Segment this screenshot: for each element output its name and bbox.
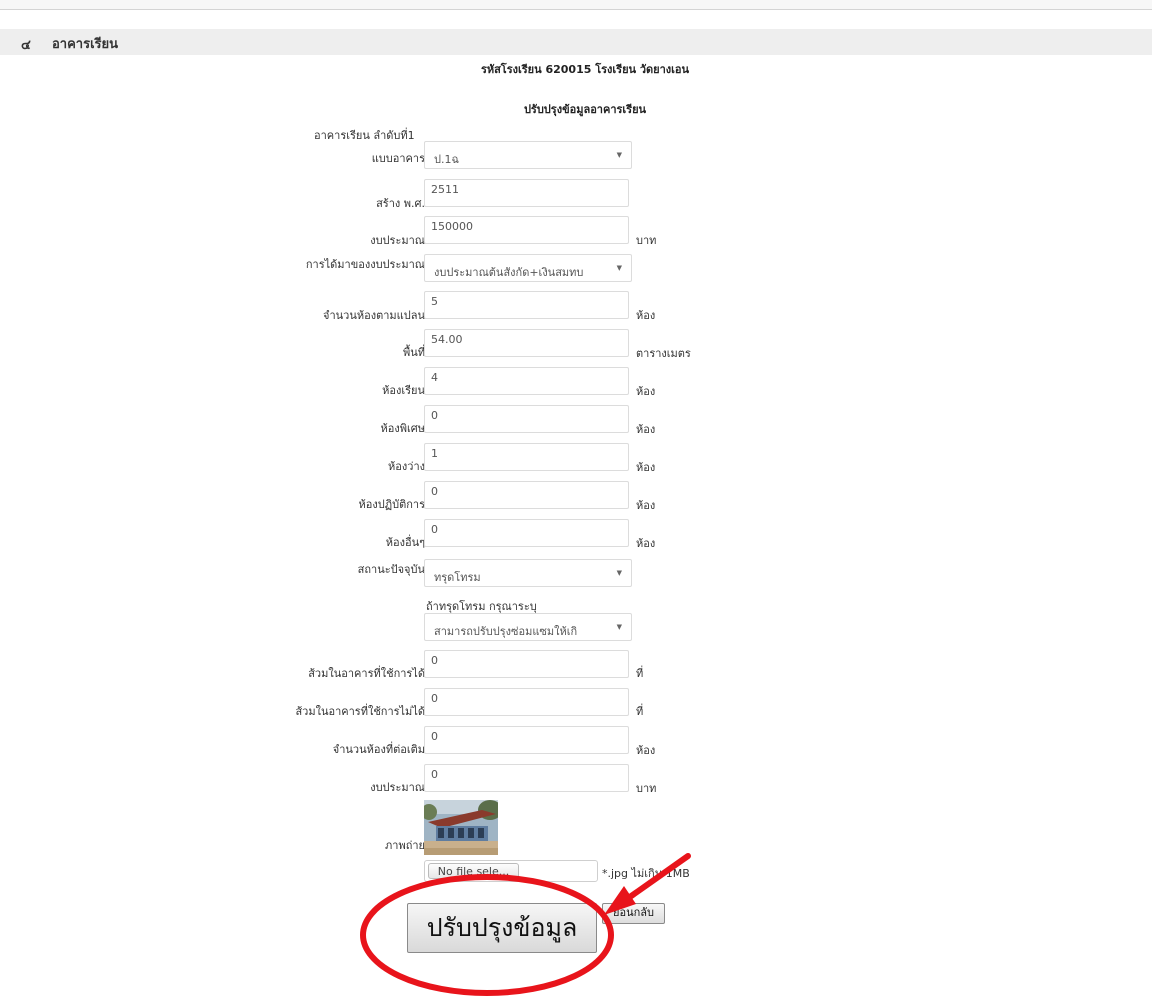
built-year-label: สร้าง พ.ศ. (376, 197, 425, 210)
classrooms-label: ห้องเรียน (382, 384, 425, 397)
chevron-down-icon: ▼ (616, 569, 622, 577)
section-number: ๔ (21, 38, 31, 53)
chevron-down-icon: ▼ (616, 623, 622, 631)
added-rooms-input[interactable]: 0 (424, 726, 629, 754)
deteriorated-note-select[interactable]: สามารถปรับปรุงซ่อมแซมให้เกิ ▼ (424, 613, 632, 641)
added-budget-input[interactable]: 0 (424, 764, 629, 792)
school-heading: รหัสโรงเรียน 620015 โรงเรียน วัดยางเอน (480, 63, 690, 76)
vacant-rooms-label: ห้องว่าง (388, 460, 425, 473)
building-photo-image (424, 800, 498, 855)
section-title: อาคารเรียน (52, 37, 119, 52)
built-year-input[interactable]: 2511 (424, 179, 629, 207)
area-label: พื้นที่ (402, 346, 425, 359)
building-photo (424, 800, 498, 855)
added-budget-label: งบประมาณ (370, 781, 425, 794)
toilets-unusable-unit: ที่ (636, 705, 644, 718)
added-budget-unit: บาท (636, 782, 657, 795)
practice-rooms-label: ห้องปฏิบัติการ (358, 498, 425, 511)
area-input[interactable]: 54.00 (424, 329, 629, 357)
practice-rooms-unit: ห้อง (636, 499, 656, 512)
current-status-label: สถานะปัจจุบัน (357, 563, 425, 576)
other-rooms-unit: ห้อง (636, 537, 656, 550)
chevron-down-icon: ▼ (616, 264, 622, 272)
area-unit: ตารางเมตร (636, 347, 691, 360)
section-header: ๔ อาคารเรียน (0, 29, 1152, 55)
toilets-unusable-label: ส้วมในอาคารที่ใช้การไม่ได้ (295, 705, 425, 718)
planned-rooms-unit: ห้อง (636, 309, 656, 322)
other-rooms-label: ห้องอื่นๆ (385, 536, 425, 549)
special-rooms-label: ห้องพิเศษ (380, 422, 425, 435)
special-rooms-input[interactable]: 0 (424, 405, 629, 433)
file-size-hint: *.jpg ไม่เกิน 1MB (602, 867, 690, 880)
added-rooms-label: จำนวนห้องที่ต่อเติม (332, 743, 425, 756)
building-type-label: แบบอาคาร (371, 152, 425, 165)
current-status-select[interactable]: ทรุดโทรม ▼ (424, 559, 632, 587)
vacant-rooms-unit: ห้อง (636, 461, 656, 474)
budget-input[interactable]: 150000 (424, 216, 629, 244)
choose-file-button[interactable]: No file sele... (428, 863, 519, 879)
budget-unit: บาท (636, 234, 657, 247)
building-order-label: อาคารเรียน ลำดับที่1 (314, 129, 415, 142)
budget-source-label: การได้มาของงบประมาณ (305, 258, 425, 271)
classrooms-unit: ห้อง (636, 385, 656, 398)
toilets-usable-input[interactable]: 0 (424, 650, 629, 678)
classrooms-input[interactable]: 4 (424, 367, 629, 395)
form-title: ปรับปรุงข้อมูลอาคารเรียน (523, 103, 647, 116)
toilets-usable-unit: ที่ (636, 667, 644, 680)
other-rooms-input[interactable]: 0 (424, 519, 629, 547)
photo-file-input[interactable]: No file sele... (424, 860, 598, 882)
photo-label: ภาพถ่าย (385, 839, 425, 852)
back-button[interactable]: ย้อนกลับ (602, 903, 665, 924)
budget-source-select[interactable]: งบประมาณต้นสังกัด+เงินสมทบ ▼ (424, 254, 632, 282)
toilets-usable-label: ส้วมในอาคารที่ใช้การได้ (308, 667, 425, 680)
chevron-down-icon: ▼ (616, 151, 622, 159)
top-border (0, 0, 1152, 10)
budget-label: งบประมาณ (370, 234, 425, 247)
update-data-button[interactable]: ปรับปรุงข้อมูล (407, 903, 597, 953)
building-type-select[interactable]: ป.1ฉ ▼ (424, 141, 632, 169)
toilets-unusable-input[interactable]: 0 (424, 688, 629, 716)
planned-rooms-input[interactable]: 5 (424, 291, 629, 319)
planned-rooms-label: จำนวนห้องตามแปลน (323, 309, 425, 322)
special-rooms-unit: ห้อง (636, 423, 656, 436)
practice-rooms-input[interactable]: 0 (424, 481, 629, 509)
vacant-rooms-input[interactable]: 1 (424, 443, 629, 471)
added-rooms-unit: ห้อง (636, 744, 656, 757)
